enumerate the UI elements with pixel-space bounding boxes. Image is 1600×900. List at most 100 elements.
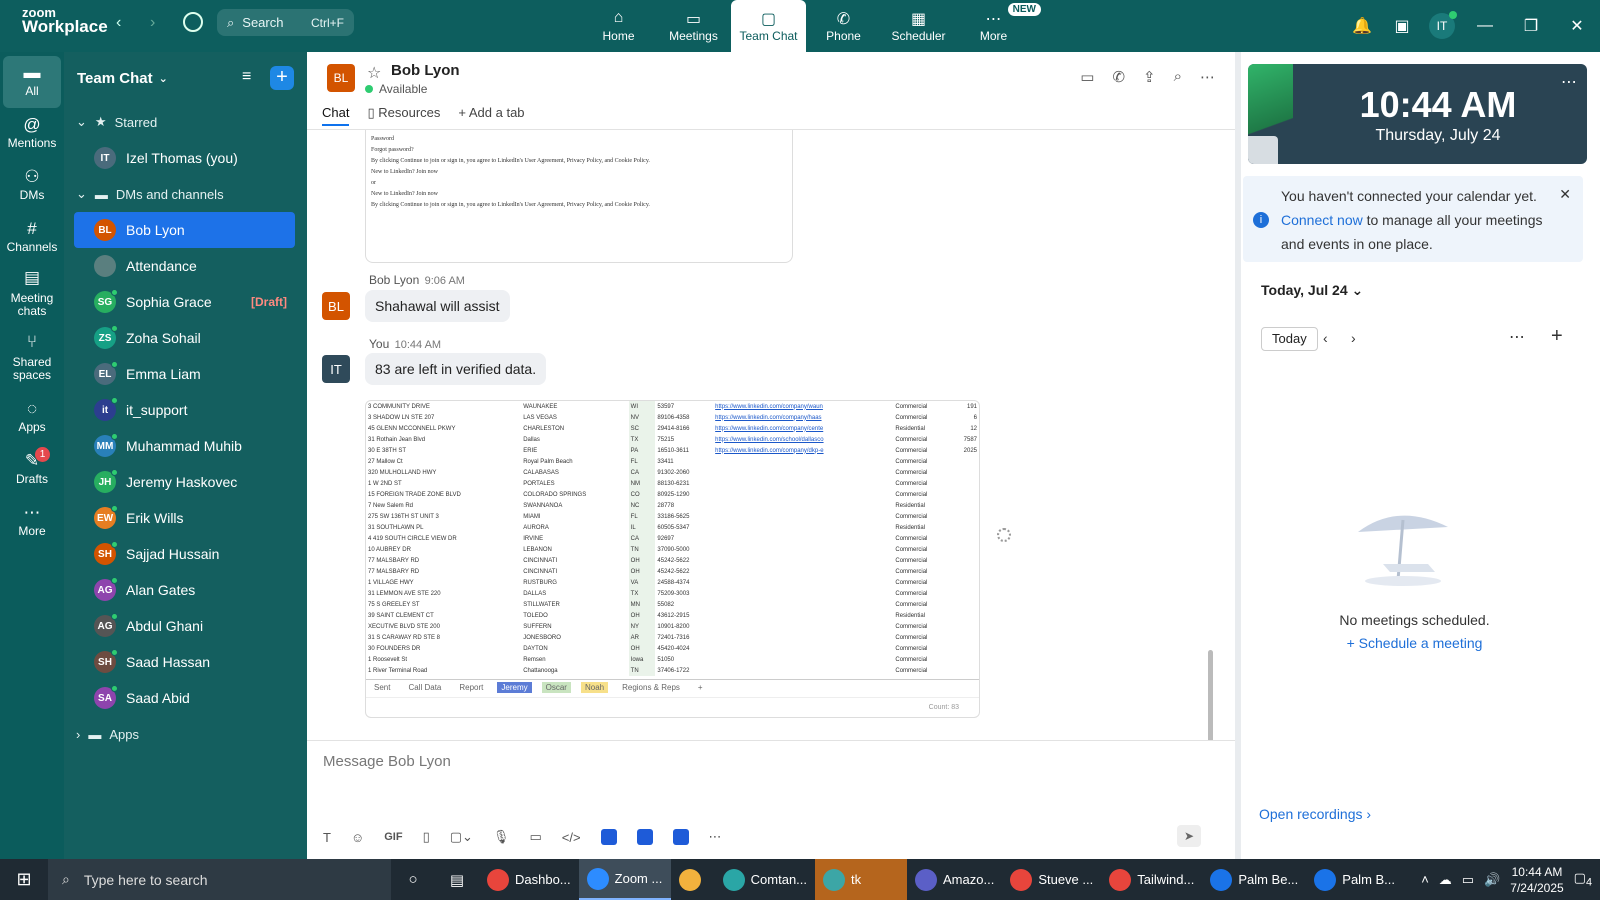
app-icon[interactable] xyxy=(636,829,653,845)
phone-call-icon[interactable]: ✆ xyxy=(1112,68,1125,86)
taskbar-clock[interactable]: 10:44 AM 7/24/2025 xyxy=(1510,864,1563,896)
sidebar-item-izel-thomas[interactable]: IT Izel Thomas (you) xyxy=(74,140,295,176)
sidebar-item[interactable]: Attendance xyxy=(74,248,295,284)
tab-team-chat[interactable]: ▢ Team Chat xyxy=(731,0,806,52)
rail-channels[interactable]: # Channels xyxy=(0,212,64,264)
rail-shared-spaces[interactable]: ⑂ Shared spaces xyxy=(0,328,64,392)
open-recordings-link[interactable]: Open recordings › xyxy=(1259,806,1371,822)
taskbar-app[interactable]: Dashbo... xyxy=(479,859,579,900)
more-icon[interactable]: ⋯ xyxy=(1509,327,1525,347)
rail-meeting-chats[interactable]: ▤ Meeting chats xyxy=(0,264,64,328)
taskbar-app[interactable]: Stueve ... xyxy=(1002,859,1101,900)
history-icon[interactable] xyxy=(183,12,203,32)
sidebar-item[interactable]: ZS Zoha Sohail xyxy=(74,320,295,356)
taskbar-app[interactable]: Zoom ... xyxy=(578,859,671,900)
chevron-right-icon[interactable]: › xyxy=(1351,330,1356,346)
back-arrow-icon[interactable]: ‹ xyxy=(116,14,121,32)
task-view-icon[interactable]: ▤ xyxy=(435,859,479,900)
tab-phone[interactable]: ✆ Phone xyxy=(806,0,881,52)
schedule-meeting-link[interactable]: + Schedule a meeting xyxy=(1241,635,1588,651)
close-icon[interactable]: ✕ xyxy=(1554,0,1600,52)
plus-icon[interactable]: + xyxy=(1551,325,1563,348)
section-apps[interactable]: › ▬ Apps xyxy=(64,716,307,752)
onedrive-icon[interactable]: ☁ xyxy=(1439,872,1452,888)
emoji-icon[interactable]: ☺ xyxy=(351,830,364,845)
chevron-left-icon[interactable]: ‹ xyxy=(1323,330,1328,346)
cortana-icon[interactable]: ○ xyxy=(391,859,435,900)
rail-all[interactable]: ▬ All xyxy=(3,56,61,108)
rail-dms[interactable]: ⚇ DMs xyxy=(0,160,64,212)
close-icon[interactable]: ✕ xyxy=(1559,182,1571,206)
scrollbar[interactable] xyxy=(1208,650,1213,740)
sidebar-item[interactable]: BL Bob Lyon xyxy=(74,212,295,248)
code-icon[interactable]: </> xyxy=(562,830,581,845)
sidebar-item[interactable]: EL Emma Liam xyxy=(74,356,295,392)
rail-more[interactable]: ⋯ More xyxy=(0,496,64,548)
doc-app-icon[interactable] xyxy=(672,829,689,845)
search-icon[interactable]: ⌕ xyxy=(1174,68,1182,86)
rail-apps[interactable]: ◌ Apps xyxy=(0,392,64,444)
bell-icon[interactable]: 🔔 xyxy=(1342,0,1382,52)
taskbar-app[interactable]: Palm Be... xyxy=(1202,859,1306,900)
sidebar-item[interactable]: AG Abdul Ghani xyxy=(74,608,295,644)
rail-mentions[interactable]: @ Mentions xyxy=(0,108,64,160)
tab-home[interactable]: ⌂ Home xyxy=(581,0,656,52)
taskbar-app[interactable]: Amazo... xyxy=(907,859,1002,900)
today-button[interactable]: Today xyxy=(1261,327,1318,351)
new-chat-button[interactable]: + xyxy=(270,66,294,90)
gif-icon[interactable]: GIF xyxy=(384,831,402,843)
taskbar-app[interactable]: Comtan... xyxy=(715,859,815,900)
tab-add[interactable]: + Add a tab xyxy=(458,105,524,126)
taskbar-app[interactable]: tk xyxy=(815,859,908,900)
attached-screenshot[interactable]: Password Forgot password? By clicking Cont… xyxy=(365,130,793,263)
star-icon[interactable]: ☆ xyxy=(367,63,381,83)
forward-arrow-icon[interactable]: › xyxy=(150,14,155,32)
notification-icon[interactable]: ▢4 xyxy=(1574,870,1592,889)
sidebar-item[interactable]: AG Alan Gates xyxy=(74,572,295,608)
restore-icon[interactable]: ❐ xyxy=(1508,0,1554,52)
section-dms-channels[interactable]: ⌄ ▬ DMs and channels xyxy=(64,176,307,212)
share-screen-icon[interactable]: ⇪ xyxy=(1143,68,1156,86)
format-text-icon[interactable]: T xyxy=(323,830,331,845)
section-starred[interactable]: ⌄ ★ Starred xyxy=(64,104,307,140)
taskbar-search[interactable]: ⌕ Type here to search xyxy=(48,859,391,900)
send-button[interactable]: ➤ xyxy=(1177,825,1201,847)
tab-scheduler[interactable]: ▦ Scheduler xyxy=(881,0,956,52)
sidebar-item[interactable]: it it_support xyxy=(74,392,295,428)
file-icon[interactable]: ▯ xyxy=(423,829,430,845)
taskbar-app[interactable]: Palm B... xyxy=(1306,859,1403,900)
windows-start-icon[interactable]: ⊞ xyxy=(0,859,48,900)
tab-meetings[interactable]: ▭ Meetings xyxy=(656,0,731,52)
microphone-icon[interactable]: 🎙 xyxy=(493,829,510,845)
connect-now-link[interactable]: Connect now xyxy=(1281,212,1363,228)
tab-more[interactable]: ⋯ More NEW xyxy=(956,0,1041,52)
taskbar-app[interactable]: Tailwind... xyxy=(1101,859,1202,900)
sidebar-item[interactable]: SH Saad Hassan xyxy=(74,644,295,680)
spreadsheet-screenshot[interactable]: 3 COMMUNITY DRIVE WAUNAKEE WI 53597 https://… xyxy=(365,400,980,718)
taskbar-app[interactable] xyxy=(671,859,715,900)
sidebar-item[interactable]: EW Erik Wills xyxy=(74,500,295,536)
rail-drafts[interactable]: ✎ Drafts 1 xyxy=(0,444,64,496)
date-selector[interactable]: Today, Jul 24 ⌄ xyxy=(1261,282,1363,299)
sidebar-item[interactable]: SH Sajjad Hussain xyxy=(74,536,295,572)
sidebar-item[interactable]: JH Jeremy Haskovec xyxy=(74,464,295,500)
minimize-icon[interactable]: — xyxy=(1462,0,1508,52)
message-composer[interactable]: Message Bob Lyon T ☺ GIF ▯ ▢⌄ 🎙 ▭ </> ⋯ … xyxy=(307,740,1235,859)
more-icon[interactable]: ⋯ xyxy=(1561,72,1577,92)
filter-icon[interactable]: ≡ xyxy=(242,68,251,86)
tab-resources[interactable]: ▯ Resources xyxy=(367,105,440,126)
tab-chat[interactable]: Chat xyxy=(322,105,350,126)
network-icon[interactable]: ▭ xyxy=(1462,872,1474,888)
search-box[interactable]: ⌕ Search Ctrl+F xyxy=(217,9,354,36)
more-icon[interactable]: ⋯ xyxy=(1200,68,1215,86)
sidebar-item[interactable]: MM Muhammad Muhib xyxy=(74,428,295,464)
sidebar-item[interactable]: SA Saad Abid xyxy=(74,680,295,716)
more-icon[interactable]: ⋯ xyxy=(709,829,722,845)
profile-button[interactable]: IT xyxy=(1422,0,1462,52)
volume-icon[interactable]: 🔊 xyxy=(1484,872,1500,888)
sidebar-item[interactable]: SG Sophia Grace [Draft] xyxy=(74,284,295,320)
chat-title[interactable]: Bob Lyon xyxy=(391,62,460,79)
video-call-icon[interactable]: ▭ xyxy=(1080,68,1094,86)
chevron-up-icon[interactable]: ˄ xyxy=(1421,872,1429,887)
video-message-icon[interactable]: ▭ xyxy=(529,829,541,845)
